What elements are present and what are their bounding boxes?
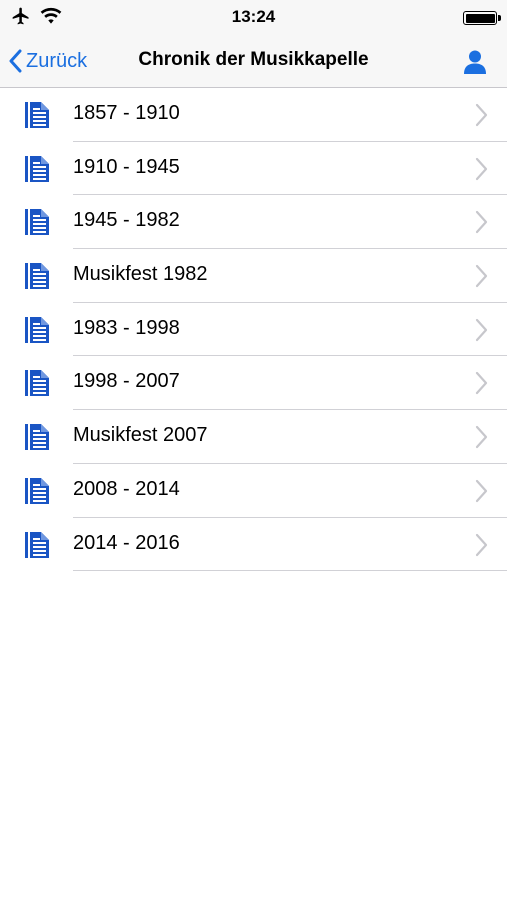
chevron-left-icon [9,49,22,73]
battery-level [465,13,495,23]
list-item[interactable]: Musikfest 2007 [0,410,507,464]
back-button[interactable]: Zurück [8,46,87,76]
document-icon [25,316,49,343]
chevron-right-icon [475,533,488,556]
list-item[interactable]: Musikfest 1982 [0,249,507,303]
list-item[interactable]: 1983 - 1998 [0,303,507,357]
list-item-label: 1910 - 1945 [73,155,180,178]
document-icon [25,370,49,397]
list-item-label: 1983 - 1998 [73,316,180,339]
list-item-label: Musikfest 1982 [73,263,208,286]
list-item-label: 1945 - 1982 [73,209,180,232]
document-icon [25,263,49,290]
document-icon [25,155,49,182]
chevron-right-icon [475,426,488,449]
battery-tip [498,15,501,21]
chronicle-list: 1857 - 1910 1910 - 1945 1945 - 1982 Musi… [0,88,507,572]
list-item[interactable]: 1910 - 1945 [0,142,507,196]
status-bar: 13:24 [0,0,507,36]
screen: 13:24 Zurück Chronik der Musikkapelle 18… [0,0,507,900]
document-icon [25,209,49,236]
chevron-right-icon [475,264,488,288]
chevron-right-icon [475,372,488,395]
chevron-right-icon [475,479,488,502]
document-icon [25,531,49,558]
document-icon [25,424,49,451]
chevron-right-icon [475,211,488,234]
status-time: 13:24 [231,7,276,26]
back-label: Zurück [26,49,88,72]
page-title: Chronik der Musikkapelle [138,49,369,70]
navigation-bar: Zurück Chronik der Musikkapelle [0,36,507,88]
list-item[interactable]: 1998 - 2007 [0,356,507,411]
list-item-label: 2008 - 2014 [73,477,180,500]
list-item[interactable]: 2008 - 2014 [0,464,507,518]
row-separator [73,570,507,572]
list-item-label: 1857 - 1910 [73,102,180,124]
chevron-right-icon [475,103,488,127]
list-item[interactable]: 1857 - 1910 [0,88,507,142]
list-item-label: 1998 - 2007 [73,370,180,393]
person-icon [464,50,486,74]
list-item[interactable]: 2014 - 2016 [0,518,507,572]
list-item-label: Musikfest 2007 [73,424,208,447]
battery-icon [463,11,501,25]
document-icon [25,102,49,128]
profile-button[interactable] [461,48,489,76]
chevron-right-icon [475,318,488,341]
document-icon [25,477,49,504]
chevron-right-icon [475,157,488,180]
list-item-label: 2014 - 2016 [73,531,180,554]
list-item[interactable]: 1945 - 1982 [0,195,507,250]
